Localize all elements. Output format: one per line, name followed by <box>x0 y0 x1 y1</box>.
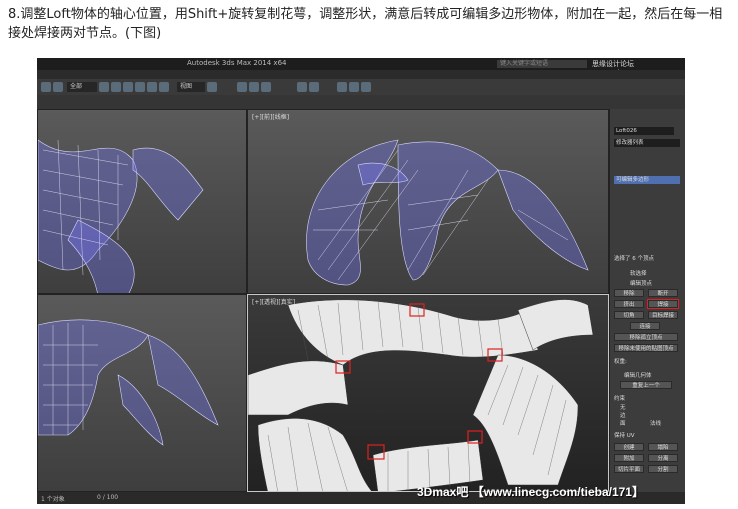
selection-info: 选择了 6 个顶点 <box>614 256 654 262</box>
modifier-list-dropdown[interactable]: 修改器列表 <box>614 139 680 147</box>
watermark-brand: 3Dmax吧 <box>417 485 469 499</box>
constraint-edge-radio[interactable]: 边 <box>620 411 626 419</box>
region-icon[interactable] <box>123 82 133 92</box>
ribbon-bar <box>37 95 685 110</box>
view-dropdown[interactable]: 视图 <box>177 82 205 92</box>
rollout-edit-geometry[interactable]: 编辑几何体 <box>624 371 652 379</box>
mesh-wireframe-left <box>38 319 219 446</box>
snap-icon[interactable] <box>237 82 247 92</box>
mirror-icon[interactable] <box>297 82 307 92</box>
percent-snap-icon[interactable] <box>261 82 271 92</box>
render-icon[interactable] <box>361 82 371 92</box>
mesh-wireframe-perspective <box>248 299 594 491</box>
move-icon[interactable] <box>135 82 145 92</box>
rotate-icon[interactable] <box>147 82 157 92</box>
status-text: 1 个对象 <box>41 496 65 503</box>
weld-button[interactable]: 焊接 <box>647 299 679 309</box>
title-bar: Autodesk 3ds Max 2014 x64 键入关键字或短语 思缘设计论… <box>37 58 685 77</box>
chamfer-button[interactable]: 切角 <box>614 311 644 319</box>
remove-unused-button[interactable]: 移除未使用的贴图顶点 <box>614 344 678 352</box>
pivot-icon[interactable] <box>207 82 217 92</box>
weight-label: 权重: <box>614 359 627 365</box>
mesh-wireframe-front <box>306 139 589 286</box>
watermark-url: 【www.linecg.com/tieba/171】 <box>471 485 644 499</box>
scale-icon[interactable] <box>159 82 169 92</box>
main-toolbar: 全部 视图 <box>37 79 685 96</box>
target-weld-button[interactable]: 目标焊接 <box>648 311 678 319</box>
break-button[interactable]: 断开 <box>648 289 678 297</box>
select-name-icon[interactable] <box>111 82 121 92</box>
constraint-none-radio[interactable]: 无 <box>620 403 626 411</box>
split-button[interactable]: 分割 <box>648 465 678 473</box>
menu-bar <box>37 70 685 79</box>
select-icon[interactable] <box>99 82 109 92</box>
redo-icon[interactable] <box>53 82 63 92</box>
align-icon[interactable] <box>309 82 319 92</box>
selection-set-dropdown[interactable]: 全部 <box>67 82 97 92</box>
preserve-uvs-checkbox[interactable]: 保持 UV <box>614 431 635 439</box>
constraint-face-radio[interactable]: 面 <box>620 419 626 427</box>
angle-snap-icon[interactable] <box>249 82 259 92</box>
app-title: Autodesk 3ds Max 2014 x64 <box>187 59 287 67</box>
connect-button[interactable]: 连接 <box>630 322 660 330</box>
extrude-button[interactable]: 挤出 <box>614 300 644 308</box>
render-setup-icon[interactable] <box>349 82 359 92</box>
create-button[interactable]: 创建 <box>614 443 644 451</box>
constraint-normal-radio[interactable]: 法线 <box>650 419 661 427</box>
undo-icon[interactable] <box>41 82 51 92</box>
viewport-left[interactable] <box>37 294 247 492</box>
frame-counter: 0 / 100 <box>97 494 119 501</box>
viewport-label: [+][前][线框] <box>252 114 290 121</box>
viewport-perspective[interactable]: [+][透视][真实] <box>247 294 609 492</box>
viewport-label-perspective: [+][透视][真实] <box>252 299 296 306</box>
forum-watermark: 3Dmax吧 【www.linecg.com/tieba/171】 <box>417 483 644 500</box>
command-panel: Loft026 修改器列表 可编辑多边形 选择了 6 个顶点 软选择 编辑顶点 … <box>609 109 685 492</box>
rollout-soft-select[interactable]: 软选择 <box>630 269 647 277</box>
attach-button[interactable]: 附加 <box>614 454 644 462</box>
max-screenshot: Autodesk 3ds Max 2014 x64 键入关键字或短语 思缘设计论… <box>37 58 685 504</box>
remove-isolated-button[interactable]: 移除孤立顶点 <box>614 333 678 341</box>
material-editor-icon[interactable] <box>337 82 347 92</box>
constraints-label: 约束 <box>614 396 626 402</box>
viewport-front[interactable]: [+][前][线框] <box>247 109 609 294</box>
detach-button[interactable]: 分离 <box>648 454 678 462</box>
viewport-top-left[interactable] <box>37 109 247 294</box>
search-input[interactable]: 键入关键字或短语 <box>497 60 587 68</box>
slice-plane-button[interactable]: 切片平面 <box>614 465 644 473</box>
stack-item-editable-poly[interactable]: 可编辑多边形 <box>614 176 680 184</box>
remove-button[interactable]: 移除 <box>614 289 644 297</box>
rollout-edit-vertices[interactable]: 编辑顶点 <box>630 279 652 287</box>
repeat-last-button[interactable]: 重复上一个 <box>620 381 672 389</box>
collapse-button[interactable]: 塌陷 <box>648 443 678 451</box>
object-name-field[interactable]: Loft026 <box>614 127 674 135</box>
instruction-caption: 8.调整Loft物体的轴心位置，用Shift+旋转复制花萼，调整形状，满意后转成… <box>8 7 723 41</box>
mesh-wireframe-top <box>38 139 204 293</box>
